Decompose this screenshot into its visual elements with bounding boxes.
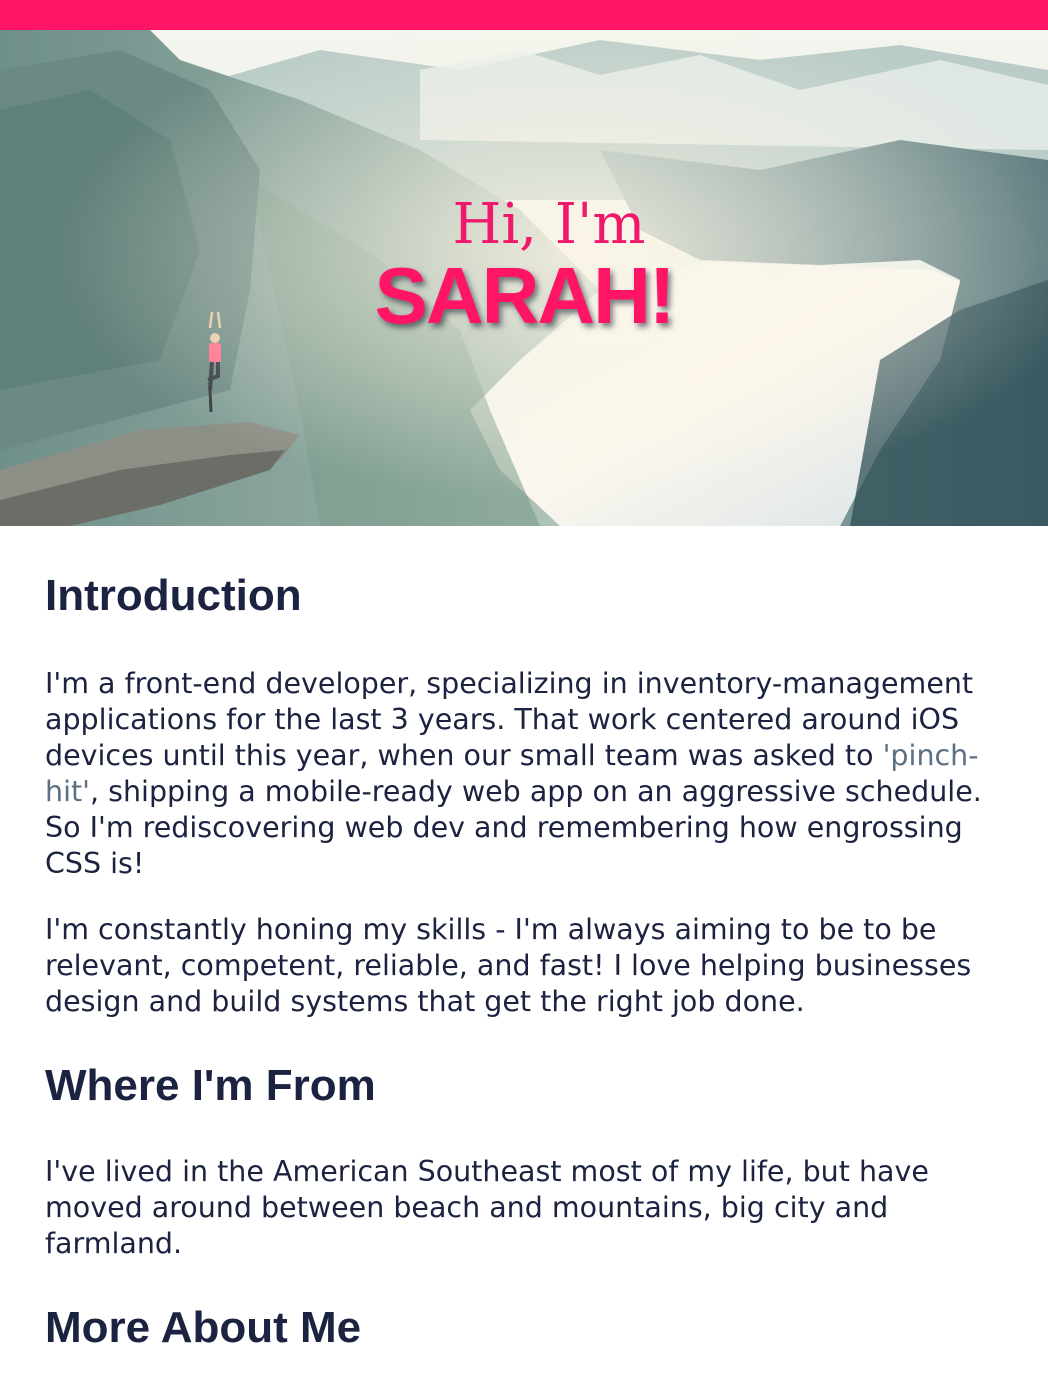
section-heading-where-from: Where I'm From <box>45 1061 376 1110</box>
introduction-text-start: I'm a front-end developer, specializing … <box>45 667 974 772</box>
hero-greeting: Hi, I'm <box>452 192 646 257</box>
main-content: Introduction I'm a front-end developer, … <box>45 560 1005 1364</box>
introduction-paragraph-1: I'm a front-end developer, specializing … <box>45 666 1005 882</box>
section-heading-introduction: Introduction <box>45 571 302 620</box>
section-heading-more-about: More About Me <box>45 1303 362 1352</box>
hero-banner: Hi, I'm SARAH! <box>0 30 1048 526</box>
introduction-text-end: , shipping a mobile-ready web app on an … <box>45 775 982 880</box>
introduction-paragraph-2: I'm constantly honing my skills - I'm al… <box>45 913 972 1018</box>
hero-title: Hi, I'm SARAH! <box>0 190 1048 338</box>
where-from-paragraph: I've lived in the American Southeast mos… <box>45 1155 929 1260</box>
hero-name: SARAH! <box>374 251 675 340</box>
top-accent-bar <box>0 0 1048 30</box>
